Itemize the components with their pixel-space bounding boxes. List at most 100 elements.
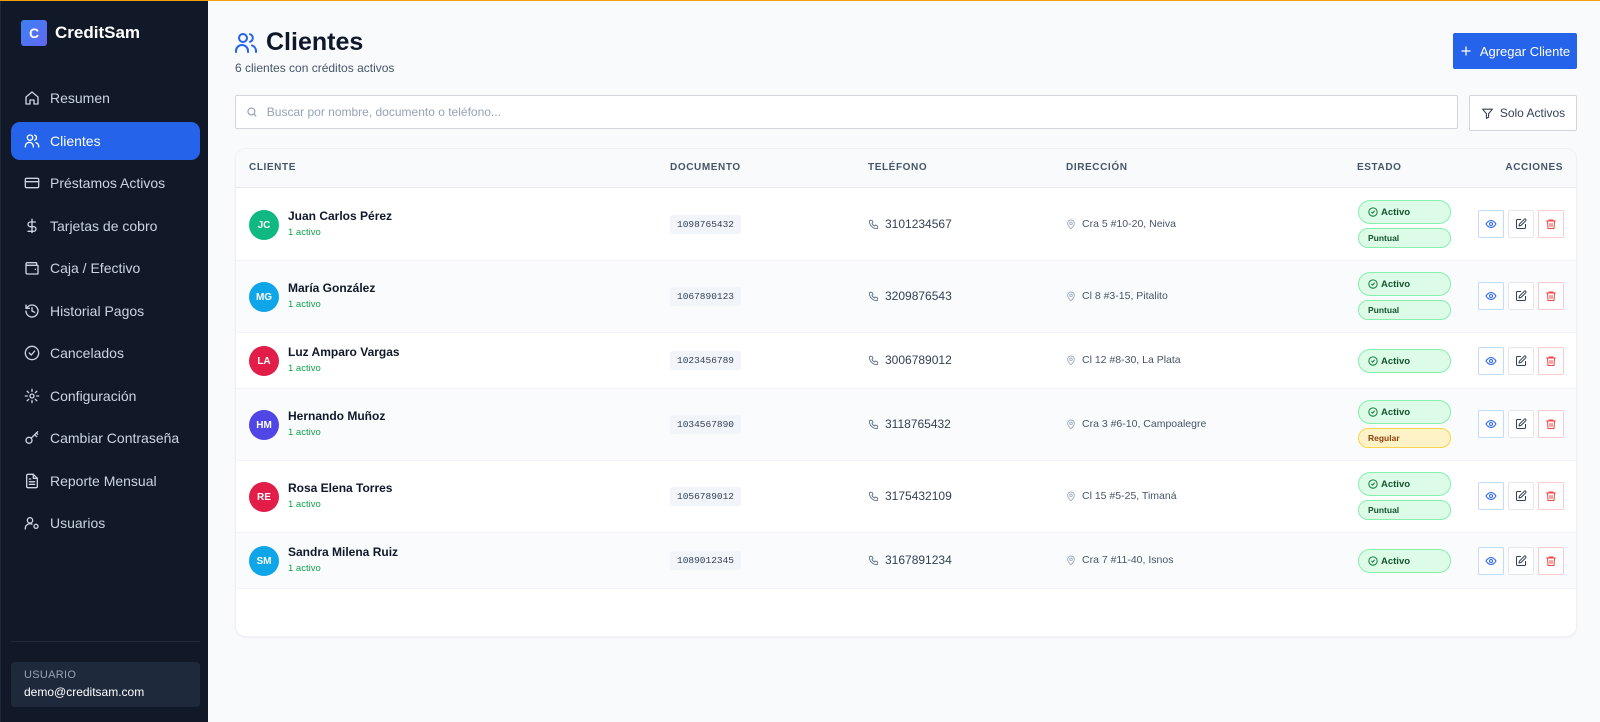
sidebar-item-label: Reporte Mensual	[50, 472, 157, 489]
client-active-count: 1 activo	[288, 427, 321, 438]
delete-button[interactable]	[1538, 210, 1564, 238]
users-icon	[24, 133, 40, 148]
client-active-count: 1 activo	[288, 563, 321, 574]
view-button[interactable]	[1478, 410, 1504, 438]
sidebar-item-configuracion[interactable]: Configuración	[11, 377, 200, 415]
edit-button[interactable]	[1508, 210, 1534, 238]
dollar-icon	[27, 218, 37, 233]
user-label: USUARIO	[24, 669, 77, 681]
column-header-cliente[interactable]: CLIENTE	[249, 162, 296, 173]
column-header-telefono[interactable]: TELÉFONO	[868, 162, 927, 173]
map-pin-icon	[1067, 419, 1075, 429]
edit-icon	[1516, 218, 1527, 229]
client-name[interactable]: Juan Carlos Pérez	[288, 209, 392, 223]
sidebar-item-usuarios[interactable]: Usuarios	[11, 504, 200, 542]
status-badge: Activo	[1358, 200, 1451, 224]
status-badge: Activo	[1358, 400, 1451, 424]
status-label: Activo	[1381, 355, 1411, 367]
add-client-label: Agregar Cliente	[1479, 43, 1571, 59]
phone-number: 3175432109	[885, 489, 952, 503]
sidebar-item-tarjetas-de-cobro[interactable]: Tarjetas de cobro	[11, 207, 200, 245]
sidebar-item-prestamos-activos[interactable]: Préstamos Activos	[11, 164, 200, 202]
status-badge: Activo	[1358, 549, 1451, 573]
avatar: HM	[249, 410, 279, 440]
table-row[interactable]: LA Luz Amparo Vargas 1 activo 1023456789…	[236, 333, 1576, 389]
rating-badge: Regular	[1358, 428, 1451, 448]
table-row[interactable]: SM Sandra Milena Ruiz 1 activo 108901234…	[236, 533, 1576, 589]
edit-icon	[1516, 355, 1527, 366]
gear-icon	[24, 388, 40, 403]
check-circle-icon	[1368, 279, 1378, 289]
sidebar-item-resumen[interactable]: Resumen	[11, 79, 200, 117]
table-row[interactable]: HM Hernando Muñoz 1 activo 1034567890 31…	[236, 389, 1576, 461]
sidebar-item-clientes[interactable]: Clientes	[11, 121, 200, 160]
column-header-direccion[interactable]: DIRECCIÓN	[1066, 162, 1128, 173]
rating-badge: Puntual	[1358, 500, 1451, 520]
sidebar-item-caja-efectivo[interactable]: Caja / Efectivo	[11, 249, 200, 287]
edit-button[interactable]	[1508, 410, 1534, 438]
eye-icon	[1485, 356, 1497, 366]
sidebar-item-label: Préstamos Activos	[50, 175, 166, 191]
edit-button[interactable]	[1508, 482, 1534, 510]
client-name[interactable]: Hernando Muñoz	[288, 409, 385, 423]
phone-number: 3101234567	[885, 217, 952, 231]
address: Cra 7 #11-40, Isnos	[1066, 554, 1173, 566]
sidebar-item-reporte-mensual[interactable]: Reporte Mensual	[11, 462, 200, 500]
sidebar: C CreditSam Resumen Clientes Préstamos A…	[0, 0, 208, 722]
history-icon	[25, 303, 39, 318]
view-button[interactable]	[1478, 210, 1504, 238]
search-input[interactable]	[266, 105, 1457, 119]
column-header-estado[interactable]: ESTADO	[1357, 162, 1402, 173]
sidebar-item-label: Usuarios	[50, 515, 106, 531]
filter-label: Solo Activos	[1499, 106, 1566, 120]
edit-icon	[1516, 555, 1527, 566]
table-row[interactable]: RE Rosa Elena Torres 1 activo 1056789012…	[236, 461, 1576, 533]
address: Cra 5 #10-20, Neiva	[1066, 218, 1176, 230]
delete-button[interactable]	[1538, 547, 1564, 575]
user-divider	[11, 641, 200, 642]
delete-button[interactable]	[1538, 347, 1564, 375]
client-name[interactable]: Sandra Milena Ruiz	[288, 545, 398, 559]
delete-button[interactable]	[1538, 282, 1564, 310]
view-button[interactable]	[1478, 482, 1504, 510]
status-badge: Activo	[1358, 472, 1451, 496]
avatar: SM	[249, 546, 279, 576]
add-client-button[interactable]: Agregar Cliente	[1453, 33, 1577, 69]
client-name[interactable]: María González	[288, 281, 375, 295]
delete-button[interactable]	[1538, 410, 1564, 438]
sidebar-item-historial-pagos[interactable]: Historial Pagos	[11, 292, 200, 330]
phone-icon	[868, 291, 879, 301]
eye-icon	[1485, 219, 1497, 229]
address: Cl 15 #5-25, Timaná	[1066, 490, 1177, 502]
client-active-count: 1 activo	[288, 499, 321, 510]
view-button[interactable]	[1478, 282, 1504, 310]
map-pin-icon	[1067, 291, 1075, 301]
edit-icon	[1516, 290, 1527, 301]
filter-active-button[interactable]: Solo Activos	[1469, 95, 1577, 131]
map-pin-icon	[1067, 555, 1075, 565]
eye-icon	[1485, 419, 1497, 429]
client-name[interactable]: Luz Amparo Vargas	[288, 345, 400, 359]
edit-button[interactable]	[1508, 547, 1534, 575]
brand[interactable]: C CreditSam	[21, 20, 140, 46]
search-box[interactable]	[235, 95, 1458, 129]
table-row[interactable]: JC Juan Carlos Pérez 1 activo 1098765432…	[236, 189, 1576, 261]
user-email: demo@creditsam.com	[24, 685, 145, 699]
delete-button[interactable]	[1538, 482, 1564, 510]
edit-icon	[1516, 490, 1527, 501]
filter-icon	[1481, 108, 1493, 119]
trash-icon	[1546, 219, 1556, 229]
view-button[interactable]	[1478, 347, 1504, 375]
table-row[interactable]: MG María González 1 activo 1067890123 32…	[236, 261, 1576, 333]
sidebar-nav: Resumen Clientes Préstamos Activos Tarje…	[11, 79, 200, 547]
edit-button[interactable]	[1508, 282, 1534, 310]
edit-button[interactable]	[1508, 347, 1534, 375]
sidebar-item-cancelados[interactable]: Cancelados	[11, 334, 200, 372]
edit-icon	[1516, 418, 1527, 429]
client-name[interactable]: Rosa Elena Torres	[288, 481, 392, 495]
document-number: 1034567890	[670, 415, 742, 434]
sidebar-item-cambiar-contrasena[interactable]: Cambiar Contraseña	[11, 419, 200, 457]
column-header-documento[interactable]: DOCUMENTO	[670, 162, 741, 173]
status-badge: Activo	[1358, 349, 1451, 373]
view-button[interactable]	[1478, 547, 1504, 575]
